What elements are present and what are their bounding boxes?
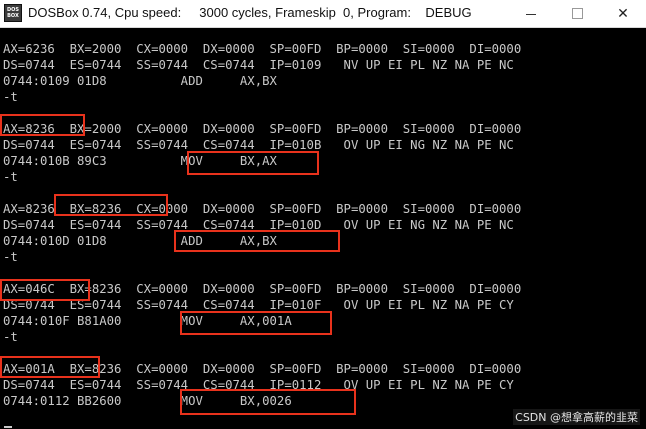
window-title: DOSBox 0.74, Cpu speed: 3000 cycles, Fra… [28,5,472,20]
app-icon-text-bottom: BOX [7,13,19,19]
dos-console[interactable]: AX=6236 BX=2000 CX=0000 DX=0000 SP=00FD … [0,28,646,429]
close-button[interactable]: ✕ [600,0,646,27]
highlight-mov-ax-001a [180,311,332,335]
console-line: -t [3,90,18,104]
title-bar: DOS BOX DOSBox 0.74, Cpu speed: 3000 cyc… [0,0,646,28]
text-cursor [4,426,12,428]
highlight-mov-bx-0026 [180,389,356,415]
minimize-button[interactable] [508,0,554,27]
highlight-ax-046c [0,279,90,301]
highlight-ax-8236 [0,114,85,136]
highlight-mov-bx-ax [187,151,319,175]
csdn-watermark: CSDN @想拿高薪的韭菜 [513,409,640,425]
highlight-add-ax-bx [174,230,340,252]
console-line: DS=0744 ES=0744 SS=0744 CS=0744 IP=0109 … [3,58,514,72]
minimize-icon [526,14,536,15]
console-line: -t [3,330,18,344]
close-icon: ✕ [617,5,629,22]
dosbox-app-icon[interactable]: DOS BOX [4,4,22,22]
highlight-bx-8236 [54,194,168,216]
highlight-ax-001a [0,356,100,378]
maximize-button[interactable] [554,0,600,27]
maximize-icon [571,8,583,19]
console-line: -t [3,250,18,264]
console-line: AX=6236 BX=2000 CX=0000 DX=0000 SP=00FD … [3,42,522,56]
console-line: -t [3,170,18,184]
console-line: 0744:0109 01D8 ADD AX,BX [3,74,277,88]
